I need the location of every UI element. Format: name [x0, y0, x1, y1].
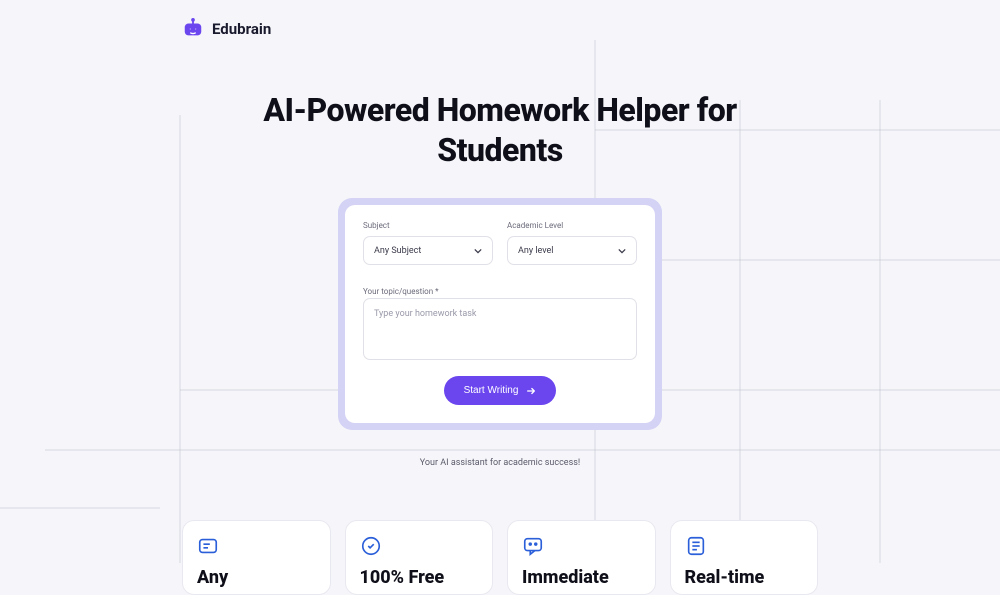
start-writing-button[interactable]: Start Writing — [444, 376, 557, 405]
feature-title: Real-time — [685, 567, 804, 588]
form-card-outer: Subject Any Subject Academic Level Any l… — [338, 198, 662, 430]
chevron-down-icon — [474, 247, 482, 255]
subject-select[interactable]: Any Subject — [363, 236, 493, 265]
feature-title: Any — [197, 567, 316, 588]
subject-icon — [197, 535, 219, 557]
title-line-2: Students — [437, 131, 562, 169]
subtitle: Your AI assistant for academic success! — [0, 458, 1000, 468]
title-line-1: AI-Powered Homework Helper for — [263, 91, 736, 129]
feature-card: 100% Free — [345, 520, 494, 595]
header: Edubrain — [0, 0, 1000, 40]
subject-label: Subject — [363, 221, 493, 230]
feature-card: Immediate — [507, 520, 656, 595]
chevron-down-icon — [618, 247, 626, 255]
level-group: Academic Level Any level — [507, 221, 637, 265]
chat-icon — [522, 535, 544, 557]
subject-group: Subject Any Subject — [363, 221, 493, 265]
page-title: AI-Powered Homework Helper for Students — [0, 90, 1000, 170]
subject-select-value: Any Subject — [374, 246, 421, 256]
clock-icon — [685, 535, 707, 557]
brand-logo-icon — [182, 18, 204, 40]
topic-textarea[interactable] — [363, 298, 637, 360]
topic-group: Your topic/question * — [363, 279, 637, 364]
form-card: Subject Any Subject Academic Level Any l… — [345, 205, 655, 423]
level-label: Academic Level — [507, 221, 637, 230]
arrow-right-icon — [526, 386, 536, 396]
feature-title: Immediate — [522, 567, 641, 588]
level-select[interactable]: Any level — [507, 236, 637, 265]
features-row: Any 100% Free Immediate — [0, 520, 1000, 595]
brand-name: Edubrain — [212, 20, 271, 38]
submit-label: Start Writing — [464, 385, 519, 396]
feature-card: Real-time — [670, 520, 819, 595]
feature-title: 100% Free — [360, 567, 479, 588]
feature-card: Any — [182, 520, 331, 595]
topic-label: Your topic/question * — [363, 287, 439, 296]
level-select-value: Any level — [518, 246, 554, 256]
pen-icon — [360, 535, 382, 557]
